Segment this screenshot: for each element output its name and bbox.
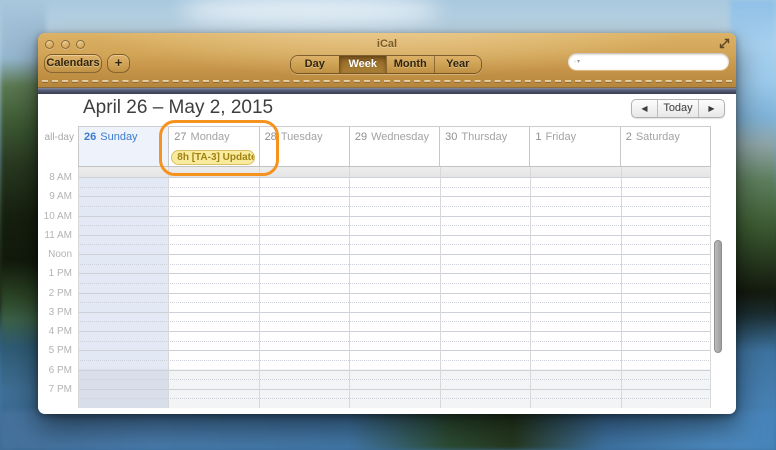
all-day-label: all-day xyxy=(38,132,74,143)
half-hour-line xyxy=(78,398,711,399)
time-label: 4 PM xyxy=(38,326,72,337)
wallpaper-lake-bottom xyxy=(0,410,776,450)
desktop: iCal Calendars + DayWeekMonthYear ▾ Apri… xyxy=(0,0,776,450)
time-label: 1 PM xyxy=(38,268,72,279)
toolbar: iCal Calendars + DayWeekMonthYear ▾ xyxy=(38,33,736,88)
day-number: 30 xyxy=(445,131,457,143)
search-scope-chevron-icon[interactable]: ▾ xyxy=(577,58,580,65)
hour-line xyxy=(78,254,711,255)
day-number: 29 xyxy=(355,131,367,143)
search-field[interactable]: ▾ xyxy=(568,53,729,70)
day-header-wednesday[interactable]: 29 Wednesday xyxy=(349,127,439,166)
half-hour-line xyxy=(78,187,711,188)
day-name: Monday xyxy=(191,131,230,143)
hour-line xyxy=(78,177,711,178)
day-header-friday[interactable]: 1 Friday xyxy=(529,127,619,166)
day-name: Saturday xyxy=(636,131,680,143)
window-title: iCal xyxy=(38,38,736,50)
day-number: 28 xyxy=(265,131,277,143)
day-header-thursday[interactable]: 30 Thursday xyxy=(439,127,529,166)
hour-line xyxy=(78,235,711,236)
add-event-button[interactable]: + xyxy=(107,54,130,73)
today-button[interactable]: Today xyxy=(657,100,699,117)
time-label: Noon xyxy=(38,249,72,260)
view-segment-week[interactable]: Week xyxy=(339,56,387,73)
half-hour-line xyxy=(78,283,711,284)
time-label: 10 AM xyxy=(38,211,72,222)
day-number: 26 xyxy=(84,131,96,143)
half-hour-line xyxy=(78,360,711,361)
hour-line xyxy=(78,293,711,294)
day-header-saturday[interactable]: 2 Saturday xyxy=(620,127,710,166)
column-divider xyxy=(259,167,260,408)
half-hour-line xyxy=(78,264,711,265)
search-input[interactable] xyxy=(581,55,723,68)
day-number: 2 xyxy=(626,131,632,143)
date-navigation: ◀ Today ▶ xyxy=(631,99,725,118)
column-divider xyxy=(440,167,441,408)
column-divider xyxy=(621,167,622,408)
time-grid[interactable] xyxy=(78,167,711,408)
column-divider xyxy=(349,167,350,408)
day-name: Sunday xyxy=(100,131,137,143)
hour-line xyxy=(78,389,711,390)
time-label: 7 PM xyxy=(38,384,72,395)
view-segment-month[interactable]: Month xyxy=(386,56,434,73)
day-header-sunday[interactable]: 26 Sunday xyxy=(78,127,168,166)
wallpaper-mountain-right xyxy=(730,0,776,450)
half-hour-line xyxy=(78,379,711,380)
day-name: Friday xyxy=(546,131,577,143)
day-header-monday[interactable]: 27 Monday 8h [TA-3] Update s… xyxy=(168,127,258,166)
scrollbar-thumb[interactable] xyxy=(714,240,722,353)
hour-line xyxy=(78,350,711,351)
hour-line xyxy=(78,196,711,197)
column-divider xyxy=(530,167,531,408)
event-pill[interactable]: 8h [TA-3] Update s… xyxy=(171,150,254,165)
time-label: 6 PM xyxy=(38,365,72,376)
time-label: 8 AM xyxy=(38,172,72,183)
view-switcher: DayWeekMonthYear xyxy=(290,55,482,74)
fullscreen-icon[interactable] xyxy=(718,37,731,50)
search-icon xyxy=(574,55,576,68)
leather-stitching xyxy=(42,80,732,82)
column-divider xyxy=(168,167,169,408)
day-name: Tuesday xyxy=(281,131,323,143)
day-number: 1 xyxy=(535,131,541,143)
calendars-button[interactable]: Calendars xyxy=(44,54,102,73)
column-divider xyxy=(710,167,711,408)
week-range-title: April 26 – May 2, 2015 xyxy=(83,97,273,119)
time-label: 9 AM xyxy=(38,191,72,202)
time-label: 3 PM xyxy=(38,307,72,318)
hour-line xyxy=(78,273,711,274)
day-number: 27 xyxy=(174,131,186,143)
next-week-button[interactable]: ▶ xyxy=(699,100,724,117)
view-segment-day[interactable]: Day xyxy=(291,56,339,73)
day-header-row: 26 Sunday 27 Monday 8h [TA-3] Update s… 28 Tue… xyxy=(78,126,711,167)
half-hour-line xyxy=(78,225,711,226)
hour-line xyxy=(78,312,711,313)
half-hour-line xyxy=(78,302,711,303)
column-divider xyxy=(78,167,79,408)
half-hour-line xyxy=(78,321,711,322)
time-label: 2 PM xyxy=(38,288,72,299)
hour-line xyxy=(78,331,711,332)
time-label: 11 AM xyxy=(38,230,72,241)
day-name: Thursday xyxy=(461,131,507,143)
hour-line xyxy=(78,216,711,217)
prev-week-button[interactable]: ◀ xyxy=(632,100,657,117)
half-hour-line xyxy=(78,206,711,207)
day-name: Wednesday xyxy=(371,131,429,143)
day-header-tuesday[interactable]: 28 Tuesday xyxy=(259,127,349,166)
half-hour-line xyxy=(78,341,711,342)
ical-window: iCal Calendars + DayWeekMonthYear ▾ Apri… xyxy=(38,33,736,414)
hour-line xyxy=(78,370,711,371)
time-label: 5 PM xyxy=(38,345,72,356)
half-hour-line xyxy=(78,244,711,245)
view-segment-year[interactable]: Year xyxy=(434,56,482,73)
